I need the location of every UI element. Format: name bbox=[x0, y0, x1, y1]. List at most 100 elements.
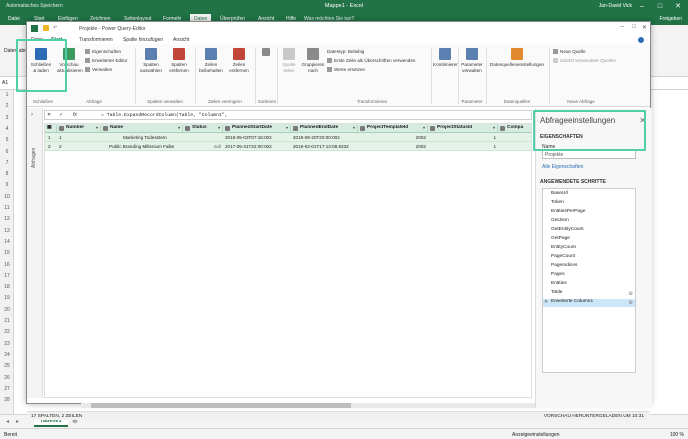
list-item[interactable]: PageIndices bbox=[543, 263, 635, 271]
cell-status[interactable]: null bbox=[185, 144, 221, 149]
table-menu-icon[interactable]: ▦ bbox=[45, 125, 57, 132]
datasource-settings-button[interactable]: Datenquelleneinstellungen bbox=[489, 48, 545, 68]
row-number[interactable]: 27 bbox=[0, 386, 14, 392]
cell-plannedenddate[interactable]: 2019-02-01T17:13:08.8332 bbox=[293, 144, 349, 149]
filter-dropdown-icon[interactable]: ▾ bbox=[96, 125, 98, 130]
save-icon[interactable] bbox=[43, 25, 49, 31]
minimize-icon[interactable]: – bbox=[636, 1, 648, 12]
row-number[interactable]: 19 bbox=[0, 295, 14, 301]
pq-maximize-icon[interactable]: □ bbox=[632, 24, 636, 30]
list-item[interactable]: EntityCount bbox=[543, 245, 635, 253]
column-header-name[interactable]: Name ▾ bbox=[101, 125, 183, 132]
row-number[interactable]: 8 bbox=[0, 171, 14, 177]
formula-text[interactable]: = Table.ExpandRecordColumn(Table, "Colum… bbox=[101, 113, 228, 118]
list-item[interactable]: EntitiesPerPage bbox=[543, 209, 635, 217]
row-number[interactable]: 9 bbox=[0, 182, 14, 188]
column-header-projectstatusid[interactable]: ProjectStatusId ▾ bbox=[428, 125, 498, 132]
list-item[interactable]: GetPage bbox=[543, 236, 635, 244]
scroll-thumb[interactable] bbox=[91, 403, 351, 408]
combine-button[interactable]: Kombinieren bbox=[433, 48, 459, 68]
cell-name[interactable]: Public Branding Millenium Falke bbox=[109, 144, 174, 149]
share-button[interactable]: Freigeben bbox=[659, 16, 682, 22]
row-number[interactable]: 24 bbox=[0, 352, 14, 358]
pq-minimize-icon[interactable]: – bbox=[621, 24, 624, 30]
gear-icon[interactable]: ⚙ bbox=[629, 300, 633, 306]
choose-columns-button[interactable]: Spalten auswählen bbox=[139, 48, 163, 73]
row-number[interactable]: 1 bbox=[0, 92, 14, 98]
confirm-icon[interactable]: ✓ bbox=[59, 112, 63, 118]
manage-params-button[interactable]: Parameter verwalten bbox=[460, 48, 484, 73]
first-row-headers-button[interactable]: Erste Zeile als Überschriften verwenden bbox=[327, 58, 415, 64]
row-number[interactable]: 13 bbox=[0, 228, 14, 234]
column-header-compa[interactable]: Compa bbox=[498, 125, 531, 132]
row-number[interactable]: 16 bbox=[0, 262, 14, 268]
undo-icon[interactable]: ↶ bbox=[53, 25, 57, 31]
filter-dropdown-icon[interactable]: ▾ bbox=[493, 125, 495, 130]
remove-rows-button[interactable]: Zeilen entfernen bbox=[227, 48, 251, 73]
filter-dropdown-icon[interactable]: ▾ bbox=[423, 125, 425, 130]
advanced-editor-button[interactable]: Erweiterter Editor bbox=[85, 58, 128, 64]
list-item-selected[interactable]: ✕ Erweiterte Column1 ⚙ bbox=[543, 299, 635, 307]
sheet-next-icon[interactable]: ▸ bbox=[16, 418, 19, 425]
help-icon[interactable] bbox=[638, 37, 644, 43]
sheet-prev-icon[interactable]: ◂ bbox=[6, 418, 9, 425]
table-row[interactable]: 2 2 Public Branding Millenium Falke null… bbox=[45, 142, 531, 151]
row-number[interactable]: 11 bbox=[0, 205, 14, 211]
row-number[interactable]: 6 bbox=[0, 149, 14, 155]
column-header-plannedstartdate[interactable]: PlannedStartDate ▾ bbox=[223, 125, 291, 132]
row-number[interactable]: 15 bbox=[0, 250, 14, 256]
keep-rows-button[interactable]: Zeilen beibehalten bbox=[199, 48, 223, 73]
row-number[interactable]: 26 bbox=[0, 375, 14, 381]
queries-pane-collapsed[interactable]: › Abfragen bbox=[27, 108, 43, 398]
zoom-level[interactable]: 100 % bbox=[670, 432, 684, 438]
cell-projectstatusid[interactable]: 1 bbox=[428, 144, 496, 149]
tab-datei[interactable]: Datei bbox=[8, 16, 20, 22]
row-number[interactable]: 20 bbox=[0, 307, 14, 313]
pq-tab-spalte-hinzufuegen[interactable]: Spalte hinzufügen bbox=[123, 37, 163, 43]
row-number[interactable]: 4 bbox=[0, 126, 14, 132]
remove-columns-button[interactable]: Spalten entfernen bbox=[167, 48, 191, 73]
row-number[interactable]: 12 bbox=[0, 216, 14, 222]
row-number[interactable]: 23 bbox=[0, 341, 14, 347]
cell-number[interactable]: 2 bbox=[59, 144, 62, 149]
filter-dropdown-icon[interactable]: ▾ bbox=[178, 125, 180, 130]
list-item[interactable]: BaseUrl bbox=[543, 191, 635, 199]
row-number[interactable]: 10 bbox=[0, 194, 14, 200]
cell-plannedstartdate[interactable]: 2017-05-31T22:00:002 bbox=[225, 144, 272, 149]
maximize-icon[interactable]: □ bbox=[654, 1, 666, 12]
list-item[interactable]: Token bbox=[543, 200, 635, 208]
row-number[interactable]: 18 bbox=[0, 284, 14, 290]
group-by-button[interactable]: Gruppieren nach bbox=[301, 48, 325, 73]
query-name-input[interactable]: Projekte bbox=[542, 150, 636, 159]
name-box[interactable]: A1 bbox=[2, 80, 8, 86]
cell-projecttemplateid[interactable]: 2002 bbox=[358, 135, 426, 140]
row-number[interactable]: 25 bbox=[0, 363, 14, 369]
row-number[interactable]: 28 bbox=[0, 397, 14, 403]
cell-plannedstartdate[interactable]: 2018-05-03T07:15:002 bbox=[225, 135, 272, 140]
row-number[interactable]: 7 bbox=[0, 160, 14, 166]
cancel-icon[interactable]: ✕ bbox=[47, 112, 51, 118]
cell-number[interactable]: 1 bbox=[59, 135, 62, 140]
row-number[interactable]: 21 bbox=[0, 318, 14, 324]
row-number[interactable]: 3 bbox=[0, 115, 14, 121]
column-header-number[interactable]: Number ▾ bbox=[57, 125, 101, 132]
list-item[interactable]: Pages bbox=[543, 272, 635, 280]
split-column-button[interactable]: Spalte teilen bbox=[279, 48, 299, 73]
new-source-button[interactable]: Neue Quelle bbox=[553, 49, 586, 55]
row-number[interactable]: 2 bbox=[0, 103, 14, 109]
horizontal-scrollbar[interactable] bbox=[81, 403, 549, 408]
user-name[interactable]: Jan-David Vick bbox=[599, 3, 632, 9]
properties-button[interactable]: Eigenschaften bbox=[85, 49, 121, 55]
datatype-button[interactable]: Datentyp: Beliebig bbox=[327, 49, 364, 54]
row-number[interactable]: 22 bbox=[0, 329, 14, 335]
list-item[interactable]: Entities bbox=[543, 281, 635, 289]
row-number[interactable]: 14 bbox=[0, 239, 14, 245]
gear-icon[interactable]: ⚙ bbox=[629, 291, 633, 297]
cell-plannedenddate[interactable]: 2018-09-20T20:00:002 bbox=[293, 135, 340, 140]
display-settings[interactable]: Anzeigeeinstellungen bbox=[512, 432, 560, 438]
all-properties-link[interactable]: Alle Eigenschaften bbox=[542, 164, 583, 170]
replace-values-button[interactable]: Werte ersetzen bbox=[327, 67, 365, 73]
row-number[interactable]: 17 bbox=[0, 273, 14, 279]
table-row[interactable]: 1 1 Marketing Todesstern 2018-05-03T07:1… bbox=[45, 133, 531, 142]
pq-close-icon[interactable]: ✕ bbox=[642, 24, 647, 31]
